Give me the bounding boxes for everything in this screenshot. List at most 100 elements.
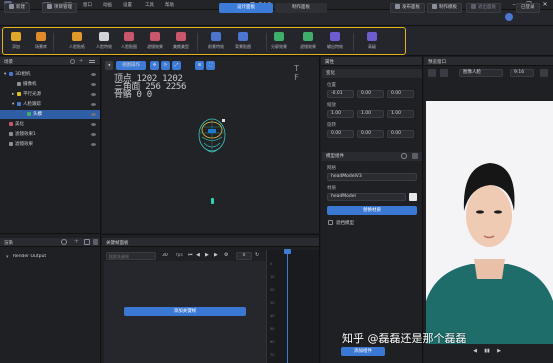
scene-tree-item[interactable]: ▾ 3D相机	[0, 70, 100, 79]
node-icon	[9, 71, 13, 76]
view-operation-button[interactable]: 视图操作	[116, 61, 146, 70]
tab-design-panel[interactable]: 设计面板	[219, 3, 273, 13]
transform-section-header[interactable]: 变化	[322, 69, 422, 78]
playhead-handle[interactable]	[284, 249, 291, 254]
delete-icon[interactable]	[93, 239, 98, 245]
preview-play-icon[interactable]: ▶	[495, 348, 503, 356]
preview-prev-icon[interactable]: ◀	[471, 348, 479, 356]
new-button[interactable]: 新建	[4, 3, 30, 13]
copy-icon[interactable]	[84, 239, 90, 245]
stat-bones: 骨骼 0 0	[114, 90, 152, 100]
node-icon	[17, 81, 21, 86]
menu-item[interactable]: 设置	[123, 2, 132, 8]
preview-arrow-icon[interactable]	[428, 69, 436, 77]
replace-material-button[interactable]: 替换材质	[327, 206, 417, 215]
help-icon[interactable]	[401, 153, 407, 159]
preview-reset-icon[interactable]	[440, 69, 448, 77]
visibility-eye-icon[interactable]	[91, 133, 96, 136]
scene-tree-item[interactable]: 美化	[0, 120, 100, 129]
gizmo-tool-icon[interactable]: ⊞	[195, 61, 204, 70]
close-button[interactable]: ✕	[539, 1, 551, 9]
visibility-eye-icon[interactable]	[91, 93, 96, 96]
visibility-eye-icon[interactable]	[91, 103, 96, 106]
project-manage-label: 项目管理	[54, 5, 72, 10]
transform-value-field[interactable]: 0.00	[357, 130, 384, 138]
loop-icon[interactable]: ↻	[255, 252, 261, 258]
scale-tool-icon[interactable]: ⤢	[172, 61, 181, 70]
play-icon[interactable]: ▶	[205, 252, 211, 258]
preview-pause-icon[interactable]: ▮▮	[483, 348, 491, 356]
material-swatch[interactable]	[409, 193, 417, 201]
axis-t-label: T	[294, 64, 299, 73]
menu-item[interactable]: 帮助	[165, 2, 174, 8]
preview-source-select[interactable]: 图像人脸	[459, 69, 503, 77]
add-component-button[interactable]: 添加组件	[341, 347, 385, 356]
rotate-tool-icon[interactable]: ⟳	[161, 61, 170, 70]
menu-item[interactable]: 工具	[145, 2, 154, 8]
preview-panel-header: 预览窗口	[424, 57, 553, 66]
occlusion-checkbox[interactable]	[328, 220, 333, 225]
scene-tree-item[interactable]: 滤镜效果	[0, 140, 100, 149]
collapse-arrow-icon[interactable]: ▾	[6, 254, 9, 260]
add-icon[interactable]: +	[74, 238, 79, 245]
keyframe-search-input[interactable]	[106, 252, 156, 260]
scene-tree-item[interactable]: ▸ 平行光源	[0, 90, 100, 99]
visibility-eye-icon[interactable]	[91, 113, 96, 116]
search-icon[interactable]	[70, 59, 75, 64]
visibility-eye-icon[interactable]	[91, 73, 96, 76]
visibility-eye-icon[interactable]	[91, 143, 96, 146]
current-frame-field[interactable]: 0	[236, 252, 252, 260]
playhead[interactable]	[287, 250, 288, 363]
transform-row-label: 位置	[327, 83, 336, 88]
plus-icon[interactable]: +	[79, 59, 85, 64]
publish-button[interactable]: 发布面板	[390, 3, 425, 13]
add-keyframe-button[interactable]: 添加关键帧	[124, 307, 246, 316]
fps-value[interactable]: 30	[162, 253, 168, 258]
publish-icon	[395, 4, 400, 9]
menu-item[interactable]: 动画	[103, 2, 112, 8]
next-frame-icon[interactable]: ▶	[214, 252, 220, 258]
material-select[interactable]: headModel	[327, 193, 406, 201]
settings-icon[interactable]: ⚙	[224, 252, 230, 258]
transform-value-field[interactable]: 1.00	[387, 110, 414, 118]
transform-value-field[interactable]: 1.00	[327, 110, 354, 118]
scene-tree-item[interactable]: ▾ 人脸跟踪	[0, 100, 100, 109]
transform-value-field[interactable]: 0.00	[327, 130, 354, 138]
transform-row-label: 缩放	[327, 103, 336, 108]
delete-component-icon[interactable]	[412, 153, 418, 159]
prev-frame-icon[interactable]: ◀	[196, 252, 202, 258]
template-button[interactable]: 制作模板	[427, 3, 462, 13]
transform-value-field[interactable]: 0.00	[387, 130, 414, 138]
menu-icon[interactable]	[89, 60, 95, 63]
transform-value-field[interactable]: 0.00	[357, 90, 384, 98]
viewport-arrow-icon[interactable]: ◂	[105, 61, 113, 70]
ruler-tick-label: 50	[270, 327, 275, 331]
first-frame-icon[interactable]: ⏮	[188, 252, 194, 258]
help-icon[interactable]	[61, 239, 67, 245]
user-avatar[interactable]	[505, 13, 513, 21]
transform-handle-icon[interactable]	[211, 198, 214, 204]
transform-value-field[interactable]: -0.01	[327, 90, 354, 98]
axis-gizmo[interactable]: T F	[294, 64, 299, 82]
timeline-ruler[interactable]	[266, 250, 319, 363]
transform-value-field[interactable]: 1.00	[357, 110, 384, 118]
scene-tree-item[interactable]: 摄像机	[0, 80, 100, 89]
model-section-header[interactable]: 模型组件	[322, 152, 422, 161]
menu-item[interactable]: 窗口	[83, 2, 92, 8]
frame-tool-icon[interactable]: ⛶	[206, 61, 215, 70]
render-output-item[interactable]: Render Output	[13, 254, 46, 259]
visibility-eye-icon[interactable]	[91, 123, 96, 126]
project-manage-button[interactable]: 项目管理	[42, 3, 77, 13]
transform-value-field[interactable]: 0.00	[387, 90, 414, 98]
exit-panel-button[interactable]: 退出面板	[466, 3, 501, 13]
visibility-eye-icon[interactable]	[91, 83, 96, 86]
preview-fullscreen-icon[interactable]	[540, 69, 548, 77]
user-status-button[interactable]: 已登录	[516, 3, 540, 13]
mesh-select[interactable]: headModelV3	[327, 173, 417, 181]
move-tool-icon[interactable]: ✥	[150, 61, 159, 70]
head-model-wireframe[interactable]	[190, 113, 240, 168]
scene-tree-item[interactable]: 头模	[0, 110, 100, 119]
preview-ratio-select[interactable]: 9:16	[510, 69, 534, 77]
scene-tree-item[interactable]: 滤镜效果1	[0, 130, 100, 139]
tab-make-panel[interactable]: 制作面板	[275, 3, 327, 13]
